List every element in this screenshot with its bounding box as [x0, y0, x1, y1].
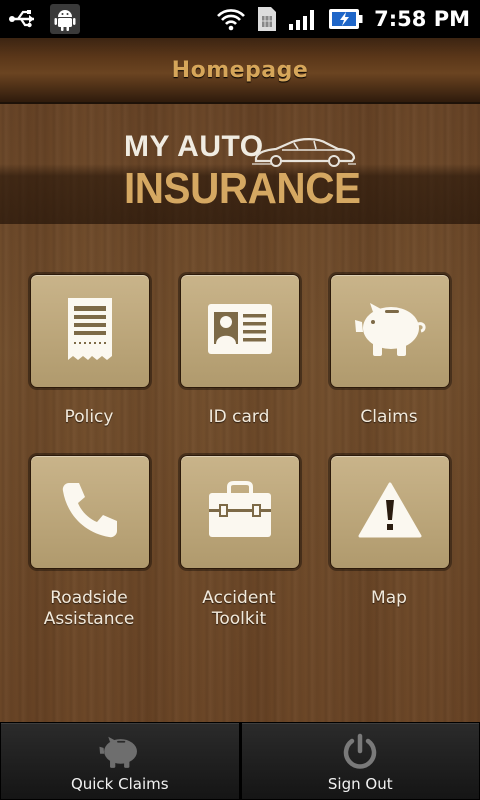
piggy-bank-icon: [353, 300, 427, 362]
phone-icon: [59, 479, 121, 545]
id-card-icon: [207, 303, 273, 359]
android-debug-icon: [50, 4, 80, 34]
main-content: MY AUTO INSURANCE Policy ID card Claims …: [0, 104, 480, 722]
tile-label-policy: Policy: [64, 407, 114, 427]
tile-label-id-card: ID card: [208, 407, 270, 427]
signal-icon: [288, 7, 318, 31]
wifi-icon: [216, 7, 246, 31]
logo-line1: MY AUTO: [124, 130, 264, 163]
tile-label-accident-toolkit: Accident Toolkit: [202, 588, 276, 629]
quick-claims-button[interactable]: Quick Claims: [0, 722, 240, 800]
sim-icon: [256, 5, 278, 33]
power-icon: [341, 733, 379, 771]
tile-label-roadside-assistance: Roadside Assistance: [43, 588, 135, 629]
usb-icon: [8, 8, 40, 30]
sign-out-label: Sign Out: [327, 775, 393, 793]
status-time: 7:58 PM: [374, 7, 470, 31]
quick-claims-label: Quick Claims: [70, 775, 169, 793]
sign-out-button[interactable]: Sign Out: [239, 722, 480, 800]
status-bar: 7:58 PM: [0, 0, 480, 38]
tile-roadside-assistance[interactable]: [30, 455, 150, 569]
tile-accident-toolkit[interactable]: [180, 455, 300, 569]
warning-icon: [358, 482, 422, 542]
receipt-icon: [64, 296, 116, 366]
page-title: Homepage: [171, 57, 309, 83]
tile-label-claims: Claims: [360, 407, 418, 427]
tile-map[interactable]: [330, 455, 450, 569]
piggy-bank-icon: [98, 733, 142, 771]
logo-line2: INSURANCE: [124, 164, 361, 213]
app-logo: MY AUTO INSURANCE: [124, 130, 364, 213]
tile-claims[interactable]: [330, 274, 450, 388]
toolbox-icon: [207, 481, 273, 543]
battery-charging-icon: [328, 6, 364, 32]
tile-policy[interactable]: [30, 274, 150, 388]
header-bar: Homepage: [0, 38, 480, 104]
tile-label-map: Map: [371, 588, 407, 608]
bottom-bar: Quick Claims Sign Out: [0, 722, 480, 800]
tile-id-card[interactable]: [180, 274, 300, 388]
